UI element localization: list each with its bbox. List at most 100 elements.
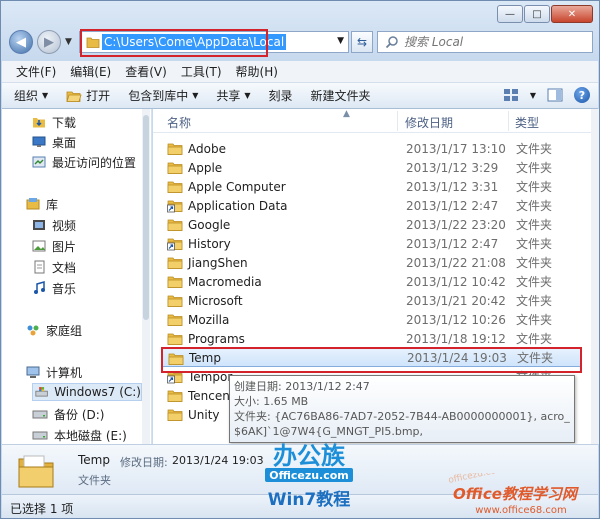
close-button[interactable]: ✕ (551, 5, 593, 23)
watermark-logo-bottom: Win7教程 (268, 489, 351, 510)
share-button[interactable]: 共享 ▼ (216, 87, 250, 104)
nav-item-drive-c[interactable]: Windows7 (C:) (32, 383, 142, 401)
large-folder-icon (18, 455, 54, 488)
file-date: 2013/1/12 3:29 (406, 160, 499, 175)
downloads-folder-icon (33, 118, 45, 128)
file-row[interactable]: Adobe 2013/1/17 13:10 文件夹 (161, 139, 581, 158)
folder-icon (167, 314, 183, 326)
file-date: 2013/1/18 19:12 (406, 331, 506, 346)
column-type[interactable]: 类型 (515, 114, 539, 131)
folder-icon (167, 200, 183, 213)
file-row[interactable]: JiangShen 2013/1/22 21:08 文件夹 (161, 253, 581, 272)
file-name: Macromedia (188, 274, 262, 289)
menu-edit[interactable]: 编辑(E) (70, 63, 111, 80)
nav-item-drive-e[interactable]: 本地磁盘 (E:) (32, 426, 127, 444)
explorer-window: — □ ✕ ◀ ▶ ▼ C:\Users\Come\AppData\Local … (0, 0, 600, 519)
nav-item-label: 家庭组 (46, 323, 83, 338)
burn-button[interactable]: 刻录 (269, 87, 293, 104)
column-name[interactable]: 名称 (167, 114, 191, 131)
column-divider[interactable] (508, 111, 509, 131)
desktop-icon (32, 136, 46, 147)
new-folder-button[interactable]: 新建文件夹 (311, 87, 371, 104)
watermark-logo-top: 办公族 (273, 442, 346, 470)
refresh-button[interactable]: ⇆ (351, 31, 373, 53)
file-type: 文件夹 (516, 313, 553, 327)
search-icon (385, 36, 398, 49)
tooltip-contents: 文件夹: {AC76BA86-7AD7-2052-7B44-AB00000000… (234, 410, 570, 423)
menu-file[interactable]: 文件(F) (16, 63, 56, 80)
view-dropdown-icon[interactable]: ▼ (530, 91, 536, 100)
scrollbar-thumb[interactable] (143, 115, 149, 320)
file-name: Tencent (188, 388, 235, 403)
organize-button[interactable]: 组织 ▼ (14, 87, 48, 104)
forward-button[interactable]: ▶ (37, 30, 61, 54)
menu-view[interactable]: 查看(V) (125, 63, 167, 80)
search-box[interactable] (377, 31, 593, 53)
windows-drive-icon (35, 387, 48, 397)
file-type: 文件夹 (516, 180, 553, 194)
column-date[interactable]: 修改日期 (405, 114, 453, 131)
back-button[interactable]: ◀ (9, 30, 33, 54)
details-date: 2013/1/24 19:03 (172, 454, 264, 467)
nav-item-videos[interactable]: 视频 (32, 216, 76, 234)
nav-item-downloads[interactable]: 下载 (32, 113, 76, 131)
navpane-scrollbar[interactable] (142, 109, 150, 444)
nav-item-documents[interactable]: 文档 (32, 258, 76, 276)
file-row[interactable]: Apple Computer 2013/1/12 3:31 文件夹 (161, 177, 581, 196)
file-date: 2013/1/12 10:42 (406, 274, 506, 289)
nav-item-desktop[interactable]: 桌面 (32, 133, 76, 151)
file-row[interactable]: Apple 2013/1/12 3:29 文件夹 (161, 158, 581, 177)
nav-item-homegroup[interactable]: 家庭组 (26, 321, 82, 339)
file-row[interactable]: Programs 2013/1/18 19:12 文件夹 (161, 329, 581, 348)
sort-indicator-icon: ▲ (343, 109, 350, 119)
file-row[interactable]: Macromedia 2013/1/12 10:42 文件夹 (161, 272, 581, 291)
watermark-site-url: www.office68.com (475, 505, 567, 516)
file-type: 文件夹 (516, 237, 553, 251)
include-in-library-button[interactable]: 包含到库中 ▼ (128, 87, 198, 104)
file-date: 2013/1/22 21:08 (406, 255, 506, 270)
help-icon[interactable]: ? (574, 87, 590, 103)
search-input[interactable] (378, 32, 558, 52)
maximize-button[interactable]: □ (524, 5, 550, 23)
nav-item-computer[interactable]: 计算机 (26, 363, 82, 381)
address-dropdown-icon[interactable]: ▼ (337, 36, 344, 46)
open-button[interactable]: 打开 (66, 87, 110, 104)
file-date: 2013/1/12 2:47 (406, 236, 499, 251)
nav-item-music[interactable]: 音乐 (32, 279, 76, 297)
documents-icon (34, 260, 45, 274)
nav-item-label: Windows7 (C:) (54, 385, 141, 399)
file-name: Adobe (188, 141, 226, 156)
address-bar[interactable]: C:\Users\Come\AppData\Local ▼ (79, 29, 349, 57)
minimize-button[interactable]: — (497, 5, 523, 23)
folder-icon (167, 333, 183, 345)
annotation-highlight-box (161, 347, 582, 373)
file-name: History (188, 236, 231, 251)
view-controls: ▼ ? (502, 87, 590, 103)
nav-item-drive-d[interactable]: 备份 (D:) (32, 405, 104, 423)
nav-item-label: 最近访问的位置 (52, 155, 137, 170)
file-row[interactable]: Microsoft 2013/1/21 20:42 文件夹 (161, 291, 581, 310)
file-row[interactable]: Mozilla 2013/1/12 10:26 文件夹 (161, 310, 581, 329)
nav-item-libraries[interactable]: 库 (26, 195, 58, 213)
file-type: 文件夹 (516, 275, 553, 289)
burn-label: 刻录 (268, 89, 293, 103)
preview-pane-icon[interactable] (546, 87, 564, 103)
file-name: Apple Computer (188, 179, 286, 194)
menu-tools[interactable]: 工具(T) (181, 63, 222, 80)
drive-icon (32, 431, 48, 440)
status-text: 已选择 1 项 (10, 502, 74, 516)
nav-item-recent-places[interactable]: 最近访问的位置 (32, 153, 136, 171)
homegroup-icon (27, 325, 39, 336)
file-row[interactable]: Google 2013/1/22 23:20 文件夹 (161, 215, 581, 234)
change-view-icon[interactable] (502, 87, 520, 103)
column-divider[interactable] (397, 111, 398, 131)
content-scrollbar[interactable] (591, 109, 599, 444)
menu-help[interactable]: 帮助(H) (236, 63, 278, 80)
file-row[interactable]: History 2013/1/12 2:47 文件夹 (161, 234, 581, 253)
file-row[interactable]: Application Data 2013/1/12 2:47 文件夹 (161, 196, 581, 215)
recent-pages-dropdown[interactable]: ▼ (65, 37, 72, 47)
nav-item-label: 本地磁盘 (E:) (54, 428, 127, 443)
chevron-down-icon: ▼ (244, 91, 251, 100)
folder-icon (167, 390, 183, 402)
nav-item-pictures[interactable]: 图片 (32, 237, 76, 255)
